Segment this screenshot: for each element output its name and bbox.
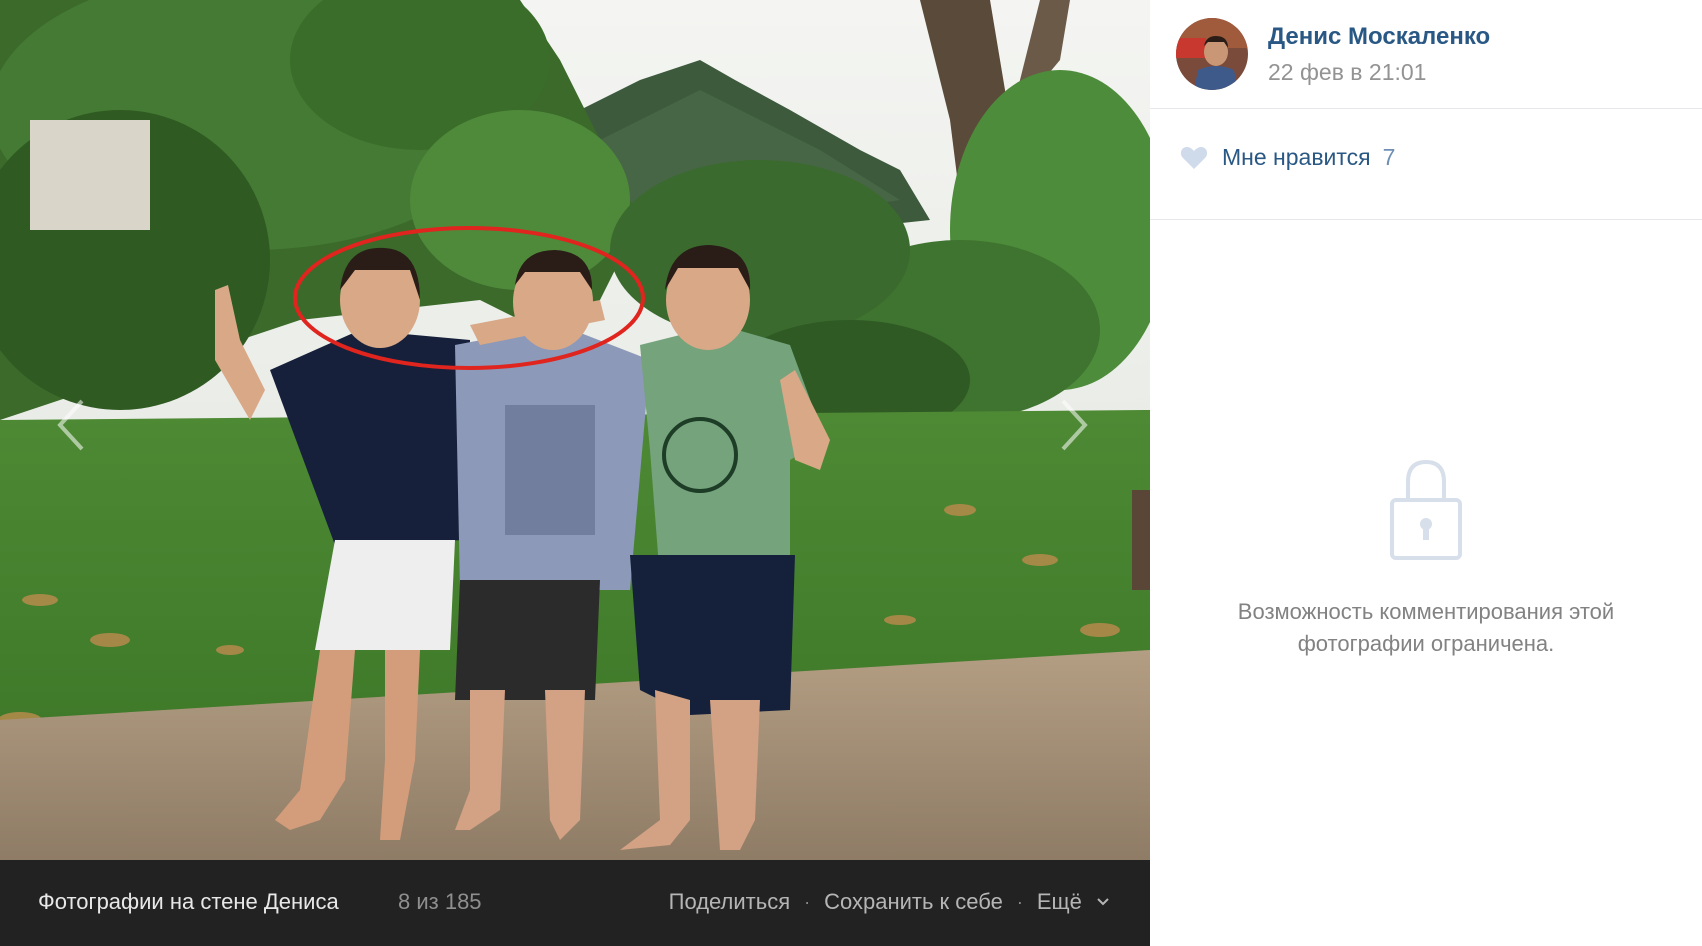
avatar-image	[1176, 18, 1248, 90]
photo-area: Фотографии на стене Дениса 8 из 185 Поде…	[0, 0, 1150, 946]
photo[interactable]	[0, 0, 1150, 860]
restricted-line-1: Возможность комментирования этой	[1237, 599, 1615, 624]
photo-counter: 8 из 185	[398, 889, 482, 914]
share-button[interactable]: Поделиться	[669, 889, 790, 915]
photo-viewer: Фотографии на стене Дениса 8 из 185 Поде…	[0, 0, 1702, 946]
photo-actions: Поделиться · Сохранить к себе · Ещё	[669, 889, 1110, 915]
side-panel: Денис Москаленко 22 фев в 21:01 Мне нрав…	[1150, 0, 1702, 946]
save-to-mine-button[interactable]: Сохранить к себе	[824, 889, 1003, 915]
lock-icon	[1390, 459, 1462, 560]
author-header: Денис Москаленко 22 фев в 21:01	[1150, 0, 1702, 109]
chevron-down-icon	[1097, 898, 1109, 906]
like-label: Мне нравится	[1222, 144, 1371, 170]
separator-dot: ·	[1016, 891, 1023, 912]
more-button[interactable]: Ещё	[1037, 889, 1110, 915]
photo-bottom-bar: Фотографии на стене Дениса 8 из 185 Поде…	[0, 860, 1150, 946]
heart-icon	[1180, 146, 1208, 169]
prev-photo-button[interactable]	[50, 395, 90, 455]
chevron-right-icon	[1061, 399, 1088, 451]
separator-dot: ·	[804, 891, 811, 912]
likes-row: Мне нравится 7	[1150, 109, 1702, 220]
chevron-left-icon	[57, 399, 84, 451]
avatar[interactable]	[1176, 18, 1248, 90]
like-count: 7	[1382, 144, 1396, 170]
restricted-line-2: фотографии ограничена.	[1297, 631, 1555, 656]
post-date-link[interactable]: 22 фев в 21:01	[1268, 59, 1426, 86]
lock-icon-wrap	[1386, 452, 1466, 562]
next-photo-button[interactable]	[1055, 395, 1095, 455]
like-button[interactable]: Мне нравится 7	[1180, 144, 1395, 171]
album-title-link[interactable]: Фотографии на стене Дениса	[38, 889, 339, 915]
photo-image	[0, 0, 1150, 860]
more-label: Ещё	[1036, 889, 1082, 914]
comments-restricted-notice: Возможность комментирования этой фотогра…	[1180, 596, 1672, 660]
author-name-link[interactable]: Денис Москаленко	[1268, 23, 1490, 51]
